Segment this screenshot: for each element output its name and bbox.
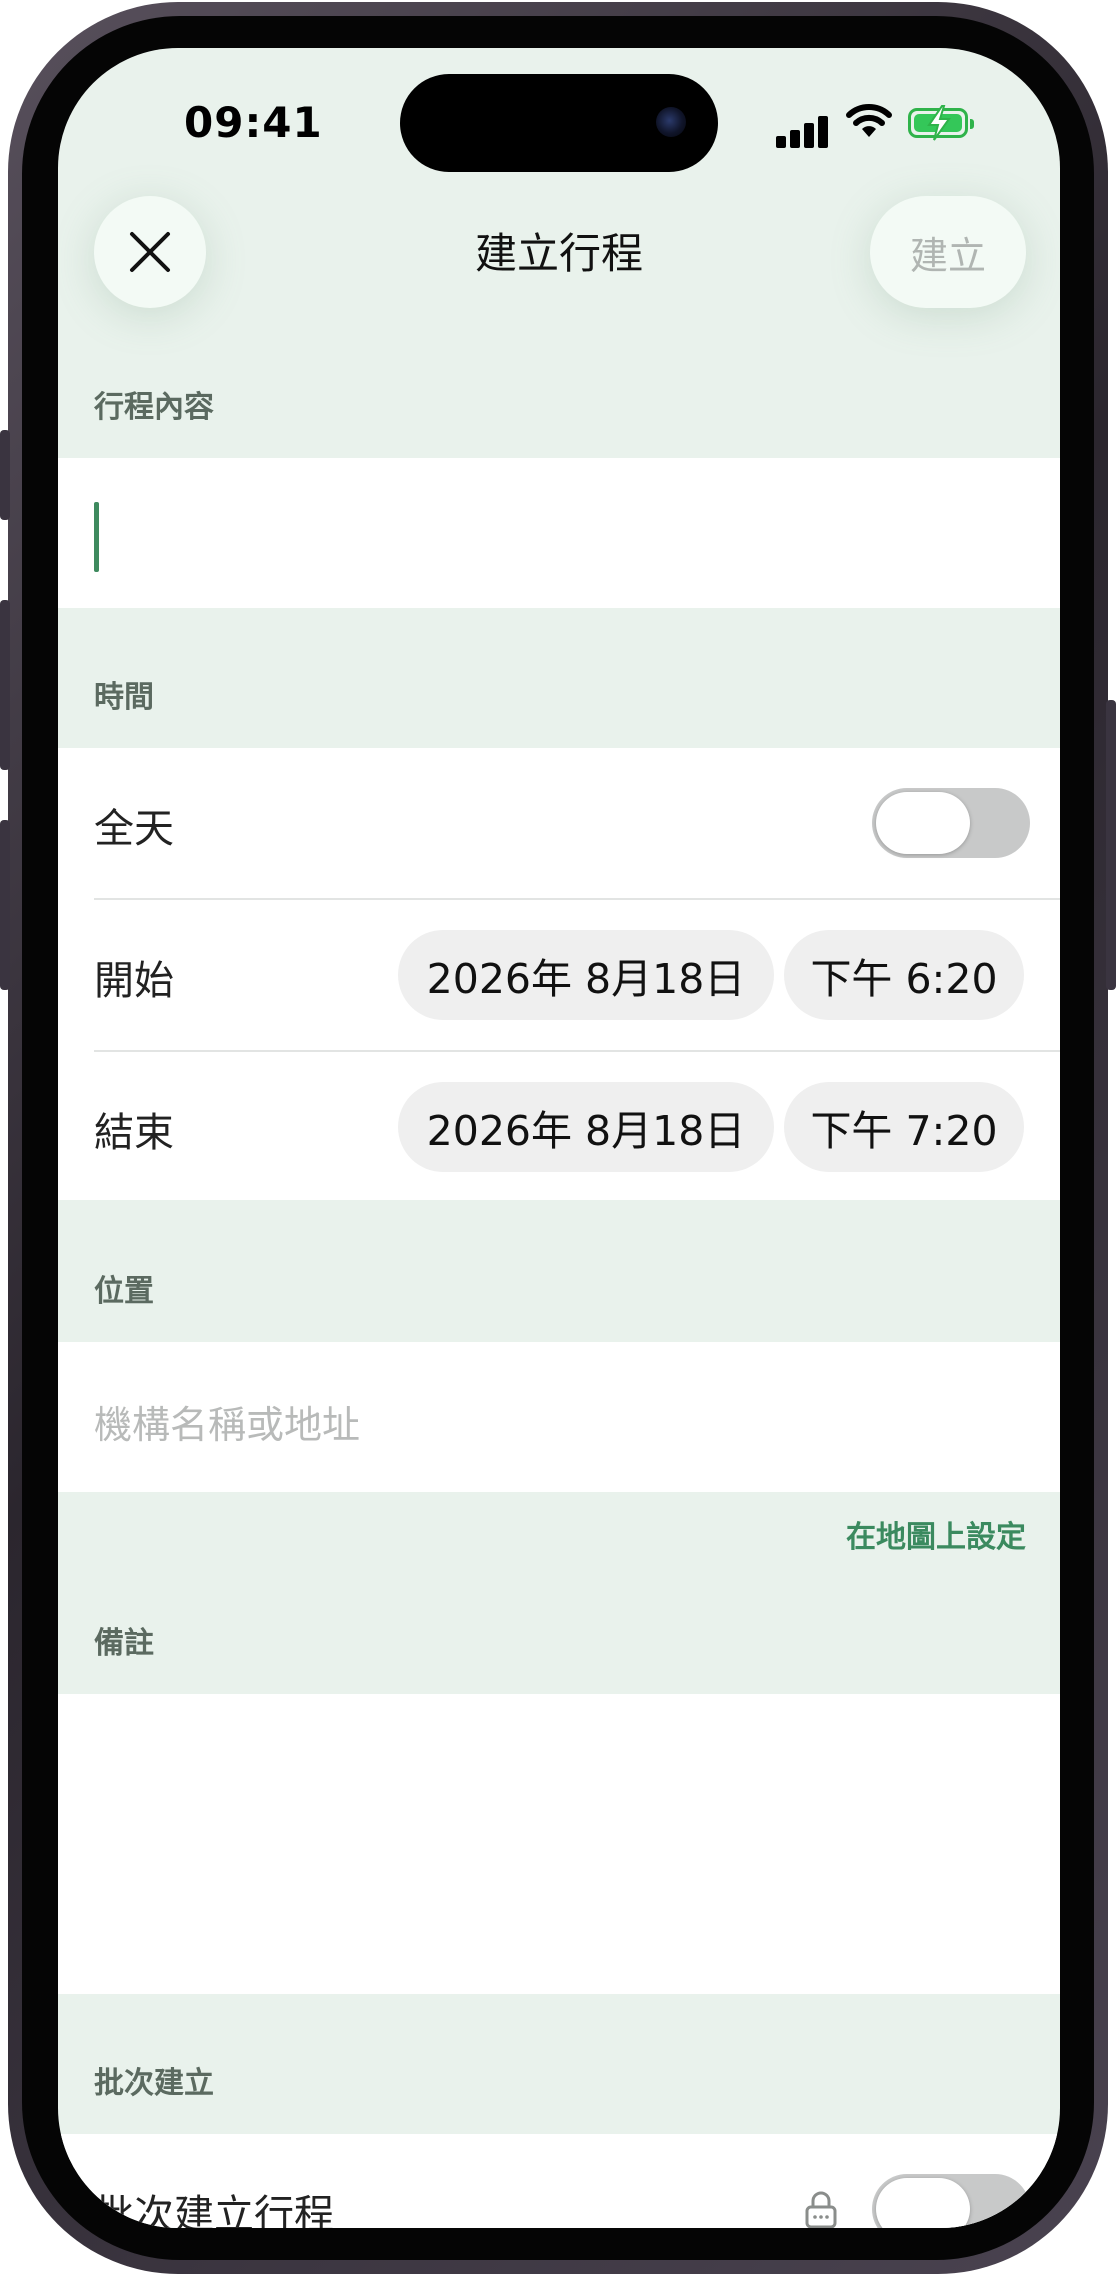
camera-icon <box>656 107 686 137</box>
text-cursor <box>94 502 99 572</box>
all-day-label: 全天 <box>94 806 174 852</box>
divider <box>94 898 1060 900</box>
start-date-button[interactable]: 2026年 8月18日 <box>398 930 774 1020</box>
section-header-notes: 備註 <box>94 1626 154 1661</box>
cellular-signal-icon <box>776 116 830 148</box>
event-title-input[interactable] <box>58 458 1060 608</box>
location-input[interactable]: 機構名稱或地址 <box>58 1342 1060 1492</box>
batch-toggle[interactable] <box>872 2174 1030 2228</box>
section-header-content: 行程內容 <box>94 390 214 425</box>
lock-icon <box>805 2191 837 2228</box>
batch-row: 批次建立行程 <box>58 2134 1060 2228</box>
time-group: 全天 開始 2026年 8月18日 下午 6:20 結束 2026年 8月18日… <box>58 748 1060 1200</box>
section-header-batch: 批次建立 <box>94 2066 214 2101</box>
volume-up-button <box>0 600 10 770</box>
start-time-button[interactable]: 下午 6:20 <box>784 930 1024 1020</box>
toggle-knob <box>876 2178 970 2228</box>
batch-label: 批次建立行程 <box>94 2192 334 2228</box>
create-button[interactable]: 建立 <box>870 196 1026 308</box>
toggle-knob <box>876 792 970 854</box>
wifi-icon <box>846 104 892 137</box>
end-label: 結束 <box>94 1110 174 1156</box>
action-button <box>0 430 10 520</box>
battery-icon <box>908 105 974 141</box>
dynamic-island <box>400 74 718 172</box>
set-on-map-link[interactable]: 在地圖上設定 <box>846 1512 1026 1556</box>
notes-textarea[interactable] <box>58 1694 1060 1994</box>
location-placeholder: 機構名稱或地址 <box>94 1403 361 1447</box>
end-date-button[interactable]: 2026年 8月18日 <box>398 1082 774 1172</box>
start-label: 開始 <box>94 958 174 1004</box>
status-time: 09:41 <box>184 98 323 147</box>
all-day-toggle[interactable] <box>872 788 1030 858</box>
volume-down-button <box>0 820 10 990</box>
charging-bolt-icon <box>927 105 951 141</box>
section-header-time: 時間 <box>94 680 154 715</box>
divider <box>94 1050 1060 1052</box>
end-time-button[interactable]: 下午 7:20 <box>784 1082 1024 1172</box>
screen: 09:41 建立行程 建立 行程內容 時間 全天 開始 2026年 8月18日 … <box>58 48 1060 2228</box>
power-button <box>1106 700 1116 990</box>
section-header-location: 位置 <box>94 1274 154 1309</box>
